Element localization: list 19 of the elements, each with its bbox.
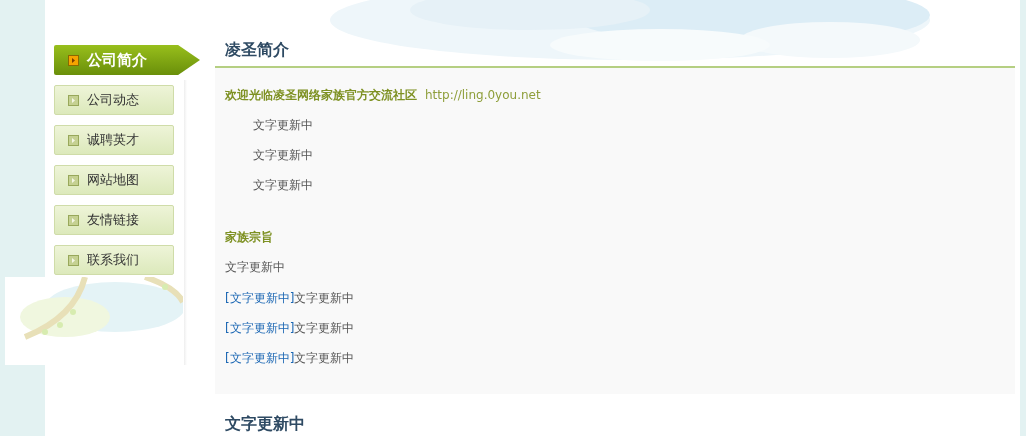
- section-title: 凌圣简介: [224, 39, 290, 61]
- paragraph: 文字更新中: [225, 259, 286, 276]
- menu-item[interactable]: 联系我们: [54, 245, 174, 275]
- link[interactable]: [文字更新中]: [225, 349, 295, 379]
- link[interactable]: [文字更新中]: [225, 319, 295, 349]
- menu-item[interactable]: 友情链接: [54, 205, 174, 235]
- subtitle: 家族宗旨: [225, 229, 274, 246]
- menu-item[interactable]: 诚聘英才: [54, 125, 174, 155]
- menu-item[interactable]: 公司动态: [54, 85, 174, 115]
- text-line: 文字更新中: [253, 147, 314, 164]
- text-line: 文字更新中: [294, 320, 355, 337]
- text-line: 文字更新中: [253, 177, 314, 194]
- menu-item[interactable]: 网站地图: [54, 165, 174, 195]
- welcome-text: 欢迎光临凌圣网络家族官方交流社区: [225, 87, 417, 104]
- link[interactable]: [文字更新中]: [225, 289, 295, 319]
- section-title: 文字更新中: [224, 413, 306, 435]
- text-line: 文字更新中: [294, 350, 355, 367]
- text-line: 文字更新中: [294, 290, 355, 307]
- text-line: 文字更新中: [253, 117, 314, 134]
